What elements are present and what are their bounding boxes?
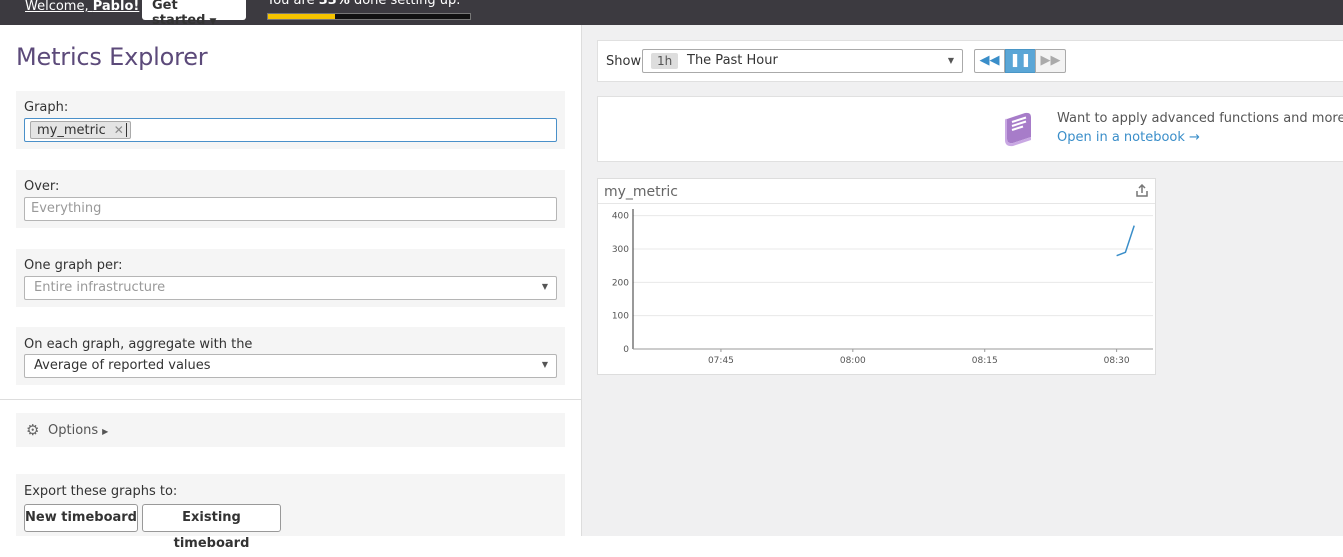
graph-label: Graph: bbox=[24, 100, 68, 115]
existing-timeboard-button[interactable]: Existing timeboard bbox=[142, 504, 281, 532]
y-tick-label: 200 bbox=[612, 278, 629, 288]
one-graph-per-value: Entire infrastructure bbox=[34, 280, 165, 295]
y-tick-label: 400 bbox=[612, 212, 629, 222]
setup-progress-bar bbox=[267, 13, 471, 20]
chevron-down-icon: ▼ bbox=[542, 360, 548, 369]
graph-section: Graph: my_metric ✕ bbox=[16, 91, 565, 149]
notebook-icon bbox=[1001, 109, 1039, 147]
pause-icon[interactable]: ❚❚ bbox=[1005, 49, 1036, 73]
caret-right-icon: ▶ bbox=[102, 427, 108, 436]
one-graph-per-section: One graph per: Entire infrastructure ▼ bbox=[16, 249, 565, 307]
query-editor-panel: Metrics Explorer Graph: my_metric ✕ Over:… bbox=[0, 25, 581, 536]
export-label: Export these graphs to: bbox=[24, 484, 177, 499]
over-input[interactable]: Everything bbox=[24, 197, 557, 221]
welcome-prefix: Welcome, bbox=[25, 0, 93, 14]
page-title: Metrics Explorer bbox=[16, 43, 207, 71]
options-label: Options ▶ bbox=[48, 423, 108, 438]
user-name: Pablo! bbox=[93, 0, 140, 14]
show-label: Show bbox=[606, 54, 641, 69]
setup-progress-text: You are 33% done setting up. bbox=[267, 0, 460, 8]
gear-icon: ⚙ bbox=[26, 421, 39, 439]
metric-chip-label: my_metric bbox=[37, 123, 106, 138]
progress-suffix: done setting up. bbox=[350, 0, 461, 8]
top-bar: Welcome, Pablo! Get started▼ You are 33%… bbox=[0, 0, 1343, 25]
x-tick-label: 07:45 bbox=[708, 356, 734, 366]
notebook-prompt: Want to apply advanced functions and mor… bbox=[1057, 111, 1343, 126]
setup-progress-fill bbox=[268, 14, 335, 19]
time-range-select[interactable]: 1h The Past Hour ▼ bbox=[642, 49, 963, 73]
time-controls-bar: Show 1h The Past Hour ▼ ◀◀ ❚❚ ▶▶ bbox=[597, 40, 1343, 82]
close-icon[interactable]: ✕ bbox=[114, 123, 124, 137]
aggregate-label: On each graph, aggregate with the bbox=[24, 337, 252, 352]
series-line bbox=[1117, 226, 1135, 256]
time-range-badge: 1h bbox=[651, 53, 678, 69]
y-tick-label: 100 bbox=[612, 312, 629, 322]
options-toggle[interactable]: ⚙ Options ▶ bbox=[16, 413, 565, 447]
open-notebook-link[interactable]: Open in a notebook → bbox=[1057, 130, 1200, 145]
fast-forward-icon[interactable]: ▶▶ bbox=[1035, 49, 1066, 73]
get-started-button[interactable]: Get started▼ bbox=[142, 0, 246, 20]
over-section: Over: Everything bbox=[16, 170, 565, 228]
y-tick-label: 0 bbox=[623, 345, 629, 355]
progress-prefix: You are bbox=[267, 0, 319, 8]
options-label-text: Options bbox=[48, 423, 98, 438]
rewind-icon[interactable]: ◀◀ bbox=[974, 49, 1005, 73]
x-tick-label: 08:30 bbox=[1104, 356, 1130, 366]
aggregate-value: Average of reported values bbox=[34, 358, 211, 373]
one-graph-per-label: One graph per: bbox=[24, 258, 123, 273]
results-panel: Show 1h The Past Hour ▼ ◀◀ ❚❚ ▶▶ Want to… bbox=[581, 25, 1343, 536]
x-tick-label: 08:00 bbox=[840, 356, 866, 366]
chevron-down-icon: ▼ bbox=[542, 282, 548, 291]
over-label: Over: bbox=[24, 179, 59, 194]
export-section: Export these graphs to: New timeboard Ex… bbox=[16, 474, 565, 536]
progress-percent: 33% bbox=[319, 0, 350, 8]
time-range-value: The Past Hour bbox=[687, 53, 778, 68]
aggregate-select[interactable]: Average of reported values ▼ bbox=[24, 354, 557, 378]
aggregate-section: On each graph, aggregate with the Averag… bbox=[16, 327, 565, 385]
welcome-message[interactable]: Welcome, Pablo! bbox=[25, 0, 139, 14]
over-placeholder: Everything bbox=[31, 201, 101, 216]
metric-input[interactable]: my_metric ✕ bbox=[24, 118, 557, 142]
graph-card: my_metric 010020030040007:4508:0008:1508… bbox=[597, 178, 1156, 375]
notebook-promo: Want to apply advanced functions and mor… bbox=[597, 96, 1343, 162]
x-tick-label: 08:15 bbox=[972, 356, 998, 366]
new-timeboard-button[interactable]: New timeboard bbox=[24, 504, 138, 532]
get-started-label: Get started bbox=[152, 0, 205, 28]
y-tick-label: 300 bbox=[612, 245, 629, 255]
section-divider bbox=[0, 399, 581, 400]
one-graph-per-select[interactable]: Entire infrastructure ▼ bbox=[24, 276, 557, 300]
metric-chip[interactable]: my_metric ✕ bbox=[30, 121, 131, 139]
chevron-down-icon: ▼ bbox=[948, 56, 954, 65]
metric-line-chart: 0 100 200 300 400 07:45 08:00 08:15 08:30 bbox=[598, 179, 1155, 374]
text-cursor bbox=[126, 123, 127, 137]
